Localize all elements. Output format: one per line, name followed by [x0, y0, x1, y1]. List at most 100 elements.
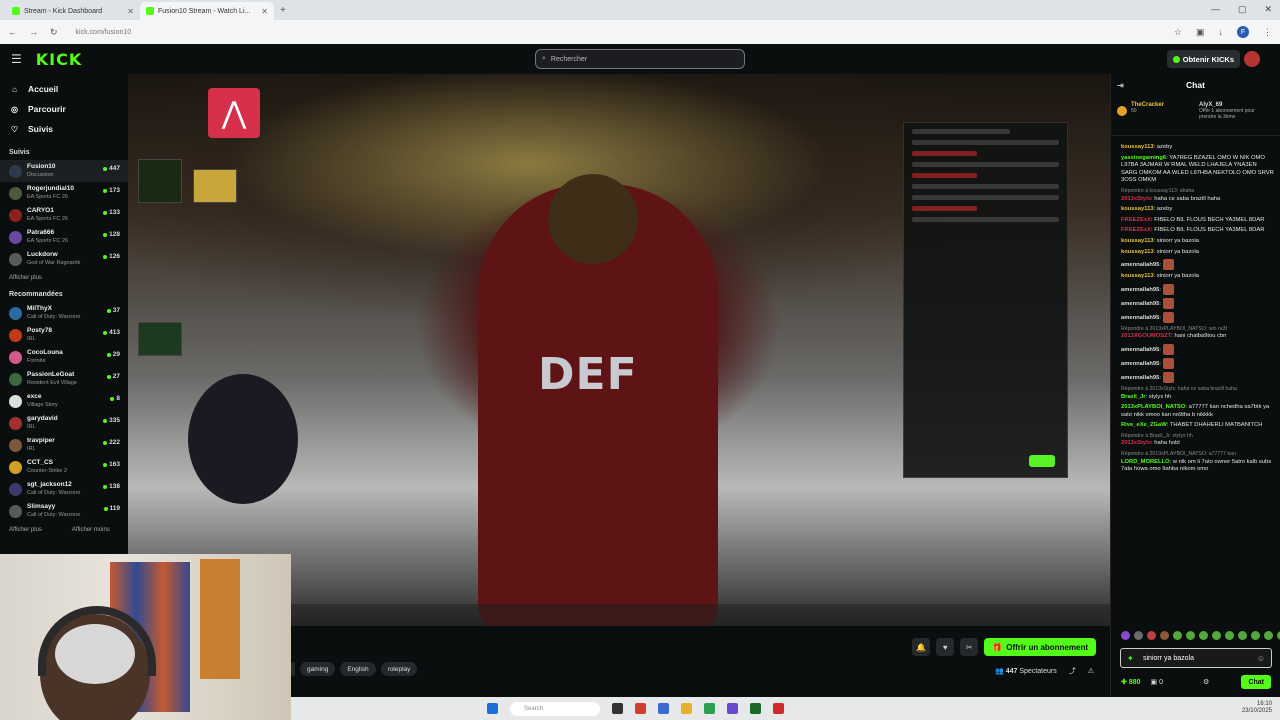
chat-username[interactable]: 2013xStylx	[1121, 440, 1151, 446]
chat-message[interactable]: FREEZExX: FIBELO BIL FLOUS BECH YA3MEL 8…	[1121, 217, 1274, 225]
chat-input[interactable]: ✦ siniorr ya bazola ☺	[1120, 648, 1272, 668]
browser-tab-dashboard[interactable]: Stream - Kick Dashboard ✕	[6, 2, 140, 20]
chat-message[interactable]: koussay113: azeby	[1121, 144, 1274, 152]
forward-icon[interactable]: →	[29, 27, 38, 37]
chat-username[interactable]: amennallah95	[1121, 262, 1159, 268]
quick-emote-icon[interactable]	[1212, 631, 1221, 640]
chat-username[interactable]: amennallah95	[1121, 301, 1159, 307]
sidebar-channel[interactable]: exce Village Story 8	[0, 390, 128, 412]
maximize-icon[interactable]: ▢	[1238, 4, 1247, 15]
profile-avatar-icon[interactable]: F	[1237, 26, 1249, 38]
chat-username[interactable]: FREEZExX	[1121, 217, 1151, 223]
clip-icon[interactable]: ✂	[960, 638, 979, 656]
kick-logo[interactable]: KICK	[36, 50, 83, 69]
chat-message[interactable]: amennallah95:	[1121, 371, 1274, 383]
sidebar-channel[interactable]: PassionLeGoat Resident Evil Village 27	[0, 368, 128, 390]
quick-emote-icon[interactable]	[1199, 631, 1208, 640]
share-icon[interactable]: ⤴	[1069, 666, 1076, 676]
show-more-recommended[interactable]: Afficher plus	[9, 527, 42, 533]
chat-message[interactable]: FREEZExX: FIBELO BIL FLOUS BECH YA3MEL 8…	[1121, 227, 1274, 235]
sidebar-channel[interactable]: CARYO1 EA Sports FC 26 133	[0, 204, 128, 226]
task-view-icon[interactable]	[612, 703, 623, 714]
new-tab-icon[interactable]: +	[280, 5, 286, 16]
chat-message[interactable]: amennallah95:	[1121, 259, 1274, 271]
sidebar-channel[interactable]: MilThyX Call of Duty: Warzone 37	[0, 302, 128, 324]
chat-username[interactable]: 2013xPLAYBOI_NATSO	[1121, 404, 1185, 410]
chat-username[interactable]: amennallah95	[1121, 375, 1159, 381]
chat-username[interactable]: koussay113	[1121, 273, 1154, 279]
tag-gaming[interactable]: gaming	[300, 662, 336, 676]
chat-username[interactable]: amennallah95	[1121, 347, 1159, 353]
taskbar-search[interactable]: Search	[510, 701, 600, 716]
chat-message[interactable]: amennallah95:	[1121, 283, 1274, 295]
chat-username[interactable]: 2013xStylx	[1121, 196, 1151, 202]
sidebar-channel[interactable]: CCT_CS Counter-Strike 2 163	[0, 456, 128, 478]
gift-sub-button[interactable]: 🎁 Offrir un abonnement	[984, 638, 1096, 656]
chat-username[interactable]: Rive_eXe_ZGaW	[1121, 422, 1167, 428]
chat-message-list[interactable]: koussay113: azeby yassinegaming6: YA7REG …	[1111, 144, 1279, 622]
browser-menu-icon[interactable]: ⋮	[1263, 27, 1272, 38]
chat-message[interactable]: Répondre à Brazil_Jr: stylyx hh 2013xStyl…	[1121, 433, 1274, 448]
chat-username[interactable]: koussay113	[1121, 238, 1154, 244]
close-tab-icon[interactable]: ✕	[261, 7, 268, 16]
kick-emote-icon[interactable]: ✦	[1127, 654, 1134, 663]
kick-app-icon[interactable]	[750, 703, 761, 714]
chat-message[interactable]: koussay113: azeby	[1121, 206, 1274, 214]
quick-emote-icon[interactable]	[1173, 631, 1182, 640]
sidebar-item-home[interactable]: ⌂ Accueil	[0, 79, 128, 99]
url-field[interactable]: kick.com/fusion10	[76, 29, 132, 36]
chat-username[interactable]: amennallah95	[1121, 315, 1159, 321]
chat-username[interactable]: amennallah95	[1121, 287, 1159, 293]
show-more-followed[interactable]: Afficher plus	[0, 275, 128, 281]
app-icon[interactable]	[658, 703, 669, 714]
quick-emote-icon[interactable]	[1121, 631, 1130, 640]
user-avatar[interactable]	[1244, 51, 1260, 67]
quick-emote-icon[interactable]	[1264, 631, 1273, 640]
chat-message[interactable]: amennallah95:	[1121, 311, 1274, 323]
chat-message[interactable]: koussay113: siniorr ya bazola	[1121, 238, 1274, 246]
sidebar-channel[interactable]: Posty78 IRL 413	[0, 324, 128, 346]
chat-message[interactable]: amennallah95:	[1121, 343, 1274, 355]
quick-emote-icon[interactable]	[1147, 631, 1156, 640]
start-icon[interactable]	[487, 703, 498, 714]
sidebar-channel[interactable]: Patra666 EA Sports FC 26 128	[0, 226, 128, 248]
chat-username[interactable]: amennallah95	[1121, 361, 1159, 367]
downloads-icon[interactable]: ↓	[1219, 27, 1224, 37]
chat-username[interactable]: koussay113	[1121, 144, 1154, 150]
chat-message[interactable]: amennallah95:	[1121, 357, 1274, 369]
get-kicks-button[interactable]: Obtenir KICKs	[1166, 50, 1240, 68]
chat-message[interactable]: Répondre à 2013xPLAYBOI_NATSO: a77777 ka…	[1121, 451, 1274, 474]
sidebar-channel[interactable]: sgt_jackson12 Call of Duty: Warzone 138	[0, 478, 128, 500]
browser-tab-stream[interactable]: Fusion10 Stream - Watch Li... ✕	[140, 2, 274, 20]
hamburger-menu-icon[interactable]: ☰	[11, 52, 22, 66]
chat-username[interactable]: koussay113	[1121, 206, 1154, 212]
tag-english[interactable]: English	[340, 662, 376, 676]
sidebar-channel[interactable]: Slimsayy Call of Duty: Warzone 119	[0, 500, 128, 522]
sidebar-channel[interactable]: Luckdorw God of War Ragnarök 126	[0, 248, 128, 270]
pinned-gifter[interactable]: AlyX_69 Offrir 1 abonnement pour prendre …	[1199, 102, 1269, 120]
sidebar-channel[interactable]: CocoLouna Fortnite 29	[0, 346, 128, 368]
file-explorer-icon[interactable]	[681, 703, 692, 714]
chat-message[interactable]: koussay113: siniorr ya bazola	[1121, 249, 1274, 257]
chat-username[interactable]: koussay113	[1121, 249, 1154, 255]
chat-username[interactable]: FREEZExX	[1121, 227, 1151, 233]
chrome-icon[interactable]	[635, 703, 646, 714]
quick-emote-icon[interactable]	[1238, 631, 1247, 640]
bookmark-star-icon[interactable]: ☆	[1174, 27, 1182, 38]
sidebar-channel[interactable]: garydavid IRL 335	[0, 412, 128, 434]
quick-emote-icon[interactable]	[1134, 631, 1143, 640]
video-player[interactable]: ⋀ DEF	[128, 74, 1110, 626]
chat-username[interactable]: LORD_MORELLO	[1121, 459, 1170, 465]
back-icon[interactable]: ←	[8, 27, 17, 37]
close-tab-icon[interactable]: ✕	[127, 7, 134, 16]
sidebar-channel[interactable]: Fusion10 Discussion 447	[0, 160, 128, 182]
chat-message[interactable]: amennallah95:	[1121, 297, 1274, 309]
chat-message[interactable]: 2013xPLAYBOI_NATSO: a77777 kan nchedha s…	[1121, 404, 1274, 419]
show-less-recommended[interactable]: Afficher moins	[72, 527, 110, 533]
channel-points[interactable]: ✚ 880	[1121, 678, 1141, 686]
chat-message[interactable]: Rive_eXe_ZGaW: THABET DHAHERLI MATBANITC…	[1121, 422, 1274, 430]
minimize-icon[interactable]: —	[1211, 4, 1220, 15]
chat-message[interactable]: Répondre à 2013xPLAYBOI_NATSO: win ra3f 2…	[1121, 326, 1274, 341]
notification-bell-icon[interactable]: 🔔	[912, 638, 931, 656]
collapse-chat-icon[interactable]: ⇥	[1117, 81, 1124, 90]
